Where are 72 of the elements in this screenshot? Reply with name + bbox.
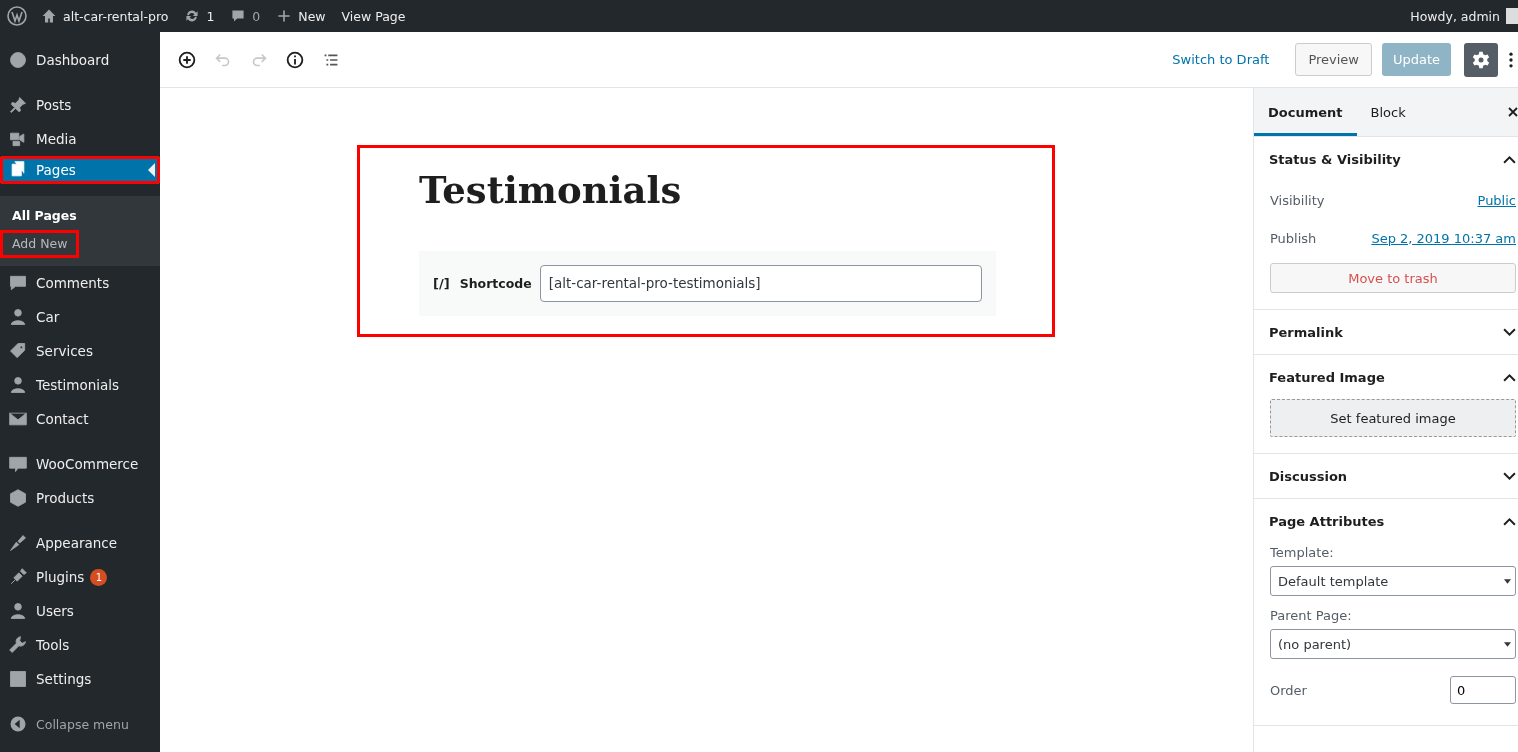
panel-header[interactable]: Discussion xyxy=(1254,454,1518,498)
panel-header[interactable]: Status & Visibility xyxy=(1254,137,1518,181)
menu-label: Contact xyxy=(36,411,89,427)
menu-label: Users xyxy=(36,603,74,619)
menu-label: Appearance xyxy=(36,535,118,551)
account-link[interactable]: Howdy, admin xyxy=(1410,8,1500,24)
shortcode-label: Shortcode xyxy=(459,275,532,291)
site-name: alt-car-rental-pro xyxy=(63,8,169,24)
field-link[interactable]: Public xyxy=(1477,192,1516,208)
page-title[interactable]: Testimonials xyxy=(419,170,682,211)
menu-item[interactable]: Contact xyxy=(0,402,160,436)
preview-button[interactable]: Preview xyxy=(1295,43,1372,76)
collapse-label: Collapse menu xyxy=(36,716,129,732)
menu-label: Settings xyxy=(36,671,92,687)
select-field[interactable]: (no parent) xyxy=(1270,629,1516,659)
menu-item[interactable]: Users xyxy=(0,594,160,628)
menu-item[interactable]: Comments xyxy=(0,266,160,300)
menu-item[interactable]: Appearance xyxy=(0,526,160,560)
menu-item[interactable]: Settings xyxy=(0,662,160,696)
move-to-trash-button[interactable]: Move to trash xyxy=(1270,263,1516,293)
menu-item[interactable]: Media xyxy=(0,122,160,156)
menu-label: Dashboard xyxy=(36,52,110,68)
submenu-item[interactable]: Add New xyxy=(0,230,80,258)
update-count-badge: 1 xyxy=(90,568,108,586)
switch-to-draft-link[interactable]: Switch to Draft xyxy=(1172,52,1270,67)
shortcode-icon: [/] xyxy=(433,275,450,291)
comments-count: 0 xyxy=(252,8,261,24)
updates-link[interactable]: 1 xyxy=(184,8,215,24)
panel-header[interactable]: Featured Image xyxy=(1254,355,1518,399)
menu-item[interactable]: Testimonials xyxy=(0,368,160,402)
menu-item[interactable]: Plugins 1 xyxy=(0,560,160,594)
menu-label: Car xyxy=(36,309,60,325)
sidebar-tab[interactable]: Document xyxy=(1254,88,1357,136)
field-label: Parent Page: xyxy=(1270,608,1353,623)
menu-item[interactable]: Dashboard xyxy=(0,43,160,77)
menu-item[interactable]: Tools xyxy=(0,628,160,662)
menu-label: Comments xyxy=(36,275,110,291)
menu-label: WooCommerce xyxy=(36,456,139,472)
menu-item[interactable]: Car xyxy=(0,300,160,334)
view-page-link[interactable]: View Page xyxy=(341,8,406,24)
submenu-item[interactable]: All Pages xyxy=(0,202,89,230)
updates-count: 1 xyxy=(206,8,215,24)
panel-header[interactable]: Page Attributes xyxy=(1254,499,1518,543)
set-featured-image-button[interactable]: Set featured image xyxy=(1270,399,1516,437)
panel-header[interactable]: Permalink xyxy=(1254,310,1518,354)
menu-label: Services xyxy=(36,343,93,359)
comments-link[interactable]: 0 xyxy=(230,8,261,24)
field-label: Visibility xyxy=(1270,192,1325,208)
new-link[interactable]: New xyxy=(276,8,326,24)
menu-item[interactable]: Pages xyxy=(0,156,160,184)
menu-item[interactable]: WooCommerce xyxy=(0,447,160,481)
collapse-menu-button[interactable]: Collapse menu xyxy=(0,707,160,741)
menu-label: Tools xyxy=(36,637,70,653)
sidebar-tab[interactable]: Block xyxy=(1356,88,1420,136)
menu-item[interactable]: Services xyxy=(0,334,160,368)
shortcode-field[interactable]: [alt-car-rental-pro-testimonials] xyxy=(539,264,982,302)
menu-label: Testimonials xyxy=(36,377,120,393)
menu-item[interactable]: Products xyxy=(0,481,160,515)
menu-label: Products xyxy=(36,490,95,506)
field-link[interactable]: Sep 2, 2019 10:37 am xyxy=(1371,230,1516,246)
menu-label: Media xyxy=(36,131,77,147)
menu-item[interactable]: Posts xyxy=(0,88,160,122)
field-label: Order xyxy=(1270,682,1307,698)
order-field[interactable]: 0 xyxy=(1450,676,1516,704)
field-label: Publish xyxy=(1270,230,1317,246)
menu-label: Posts xyxy=(36,97,72,113)
menu-label: Plugins xyxy=(36,569,85,585)
select-field[interactable]: Default template xyxy=(1270,566,1516,596)
site-link[interactable]: alt-car-rental-pro xyxy=(41,8,169,24)
new-label: New xyxy=(298,8,326,24)
menu-label: Pages xyxy=(36,162,76,178)
field-label: Template: xyxy=(1270,545,1335,560)
